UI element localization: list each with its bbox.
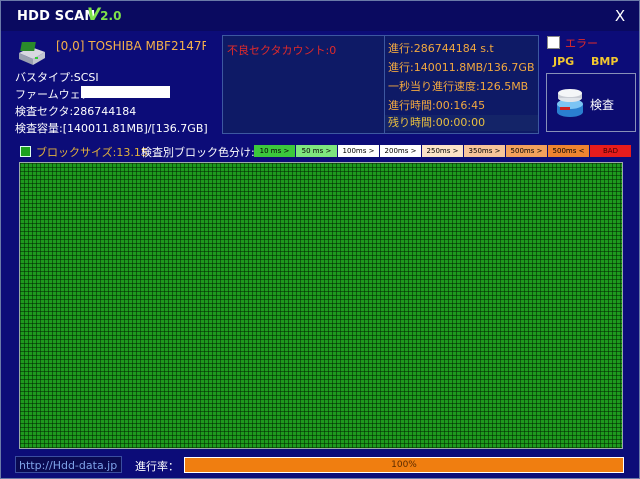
error-panel: 不良セクタカウント:0 (222, 35, 385, 134)
app-window: HDD SCAN V2.0 X [0,0] TOSHIBA MBF2147RC … (0, 0, 640, 479)
block-size-swatch (20, 146, 31, 157)
jpg-button[interactable]: JPG (553, 55, 574, 68)
drive-name: [0,0] TOSHIBA MBF2147RC (56, 39, 206, 53)
error-checkbox[interactable] (547, 36, 560, 49)
legend-item: 250ms > (422, 145, 464, 157)
website-link[interactable]: http://Hdd-data.jp (15, 456, 122, 473)
elapsed-time: 進行時間:00:16:45 (388, 99, 486, 112)
app-version: V2.0 (87, 5, 122, 25)
block-color-legend: 10 ms > 50 ms > 100ms > 200ms > 250ms > … (254, 145, 632, 157)
block-size-label: ブロックサイズ:13.15 (36, 146, 148, 159)
app-title: HDD SCAN (17, 9, 96, 24)
legend-item: BAD (590, 145, 632, 157)
scan-sectors: 検査セクタ:286744184 (15, 105, 137, 118)
progress-sectors: 進行:286744184 s.t (388, 42, 494, 55)
scan-capacity: 検査容量:[140011.81MB]/[136.7GB] (15, 122, 208, 135)
error-checkbox-label: エラー (565, 37, 598, 50)
progress-rate-label: 進行率： (135, 460, 179, 473)
firmware-value (81, 86, 170, 98)
scan-button-label: 検査 (590, 98, 615, 112)
legend-item: 50 ms > (296, 145, 338, 157)
legend-item: 200ms > (380, 145, 422, 157)
close-button[interactable]: X (609, 6, 631, 26)
progress-panel: 進行:286744184 s.t 進行:140011.8MB/136.7GB 一… (384, 35, 539, 134)
progress-speed: 一秒当り進行速度:126.5MB (388, 80, 529, 93)
remaining-time: 残り時間:00:00:00 (385, 115, 538, 131)
hard-drive-icon (19, 42, 45, 65)
legend-item: 100ms > (338, 145, 380, 157)
disk-scan-icon (557, 89, 583, 117)
progress-bytes: 進行:140011.8MB/136.7GB (388, 61, 535, 74)
bmp-button[interactable]: BMP (591, 55, 618, 68)
legend-item: 10 ms > (254, 145, 296, 157)
title-bar[interactable]: HDD SCAN V2.0 X (1, 1, 639, 31)
bad-sector-count: 不良セクタカウント:0 (227, 44, 337, 57)
legend-item: 350ms > (464, 145, 506, 157)
progress-bar: 100% (184, 457, 624, 473)
block-color-legend-label: 検査別ブロック色分け: (141, 146, 255, 159)
legend-item: 500ms < (548, 145, 590, 157)
block-map-grid (19, 162, 623, 449)
scan-button[interactable]: 検査 (546, 73, 636, 132)
legend-item: 500ms > (506, 145, 548, 157)
bus-type: バスタイプ:SCSI (15, 71, 99, 84)
progress-percent: 100% (391, 460, 417, 470)
